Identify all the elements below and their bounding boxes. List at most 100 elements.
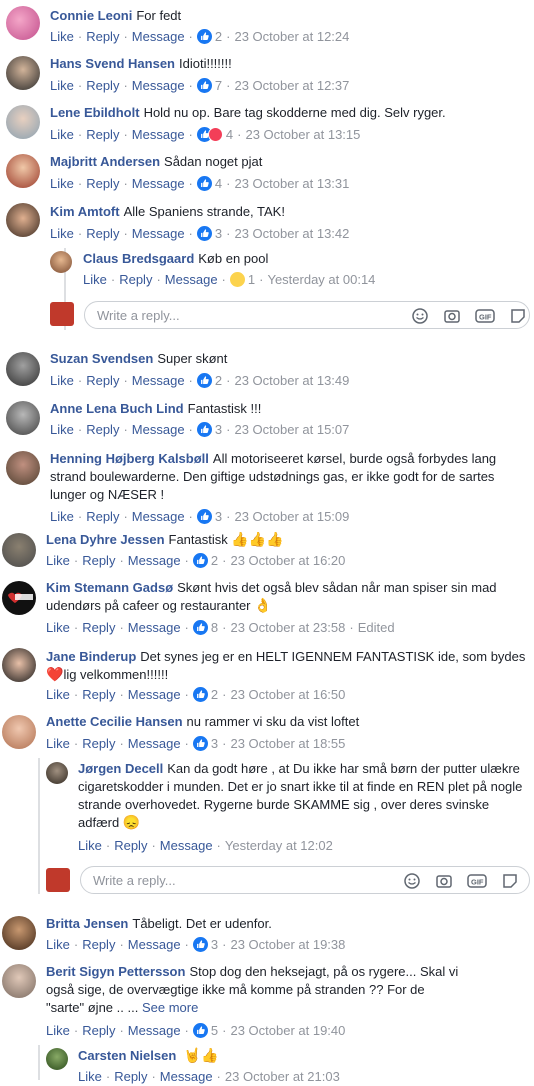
message-link[interactable]: Message — [160, 1069, 213, 1084]
like-reaction-icon[interactable] — [196, 373, 212, 388]
message-link[interactable]: Message — [132, 78, 185, 93]
avatar[interactable] — [46, 1048, 68, 1070]
like-link[interactable]: Like — [46, 687, 70, 702]
wow-reaction-icon[interactable] — [229, 272, 245, 287]
like-link[interactable]: Like — [46, 1023, 70, 1038]
commenter-name[interactable]: Henning Højberg Kalsbøll — [50, 451, 209, 466]
timestamp[interactable]: 23 October at 13:31 — [234, 176, 349, 191]
message-link[interactable]: Message — [132, 373, 185, 388]
timestamp[interactable]: 23 October at 18:55 — [230, 736, 345, 751]
commenter-name[interactable]: Lene Ebildholt — [50, 105, 140, 120]
reply-link[interactable]: Reply — [86, 78, 119, 93]
message-link[interactable]: Message — [132, 29, 185, 44]
avatar[interactable] — [6, 154, 40, 188]
gif-icon[interactable]: GIF — [475, 307, 495, 325]
commenter-name[interactable]: Berit Sigyn Pettersson — [46, 964, 185, 979]
message-link[interactable]: Message — [128, 687, 181, 702]
timestamp[interactable]: 23 October at 19:38 — [230, 937, 345, 952]
reply-link[interactable]: Reply — [114, 838, 147, 853]
avatar[interactable] — [46, 762, 68, 784]
message-link[interactable]: Message — [128, 620, 181, 635]
reply-link[interactable]: Reply — [82, 736, 115, 751]
like-link[interactable]: Like — [46, 937, 70, 952]
timestamp[interactable]: Yesterday at 12:02 — [225, 838, 333, 853]
camera-icon[interactable] — [443, 307, 461, 325]
reply-link[interactable]: Reply — [86, 226, 119, 241]
commenter-name[interactable]: Jane Binderup — [46, 649, 136, 664]
like-reaction-icon[interactable] — [196, 509, 212, 524]
timestamp[interactable]: 23 October at 16:20 — [230, 553, 345, 568]
timestamp[interactable]: 23 October at 19:40 — [230, 1023, 345, 1038]
like-link[interactable]: Like — [50, 127, 74, 142]
commenter-name[interactable]: Jørgen Decell — [78, 761, 163, 776]
message-link[interactable]: Message — [160, 838, 213, 853]
avatar[interactable] — [6, 56, 40, 90]
commenter-name[interactable]: Britta Jensen — [46, 916, 128, 931]
message-link[interactable]: Message — [132, 127, 185, 142]
sticker-icon[interactable] — [509, 307, 527, 325]
love-reaction-icon[interactable] — [207, 127, 223, 142]
timestamp[interactable]: Yesterday at 00:14 — [267, 272, 375, 287]
like-reaction-icon[interactable] — [192, 687, 208, 702]
sticker-icon[interactable] — [501, 872, 519, 890]
avatar[interactable] — [2, 916, 36, 950]
message-link[interactable]: Message — [128, 736, 181, 751]
like-link[interactable]: Like — [50, 29, 74, 44]
emoji-icon[interactable] — [403, 872, 421, 890]
like-reaction-icon[interactable] — [196, 176, 212, 191]
like-reaction-icon[interactable] — [196, 78, 212, 93]
reply-link[interactable]: Reply — [82, 687, 115, 702]
reply-link[interactable]: Reply — [86, 509, 119, 524]
commenter-name[interactable]: Claus Bredsgaard — [83, 251, 194, 266]
like-reaction-icon[interactable] — [192, 937, 208, 952]
avatar[interactable] — [2, 964, 36, 998]
avatar[interactable] — [6, 105, 40, 139]
reply-input[interactable]: Write a reply... GIF — [80, 866, 530, 894]
like-reaction-icon[interactable] — [192, 736, 208, 751]
message-link[interactable]: Message — [128, 553, 181, 568]
like-link[interactable]: Like — [50, 509, 74, 524]
reply-link[interactable]: Reply — [86, 373, 119, 388]
reply-link[interactable]: Reply — [82, 553, 115, 568]
timestamp[interactable]: 23 October at 21:03 — [225, 1069, 340, 1084]
like-link[interactable]: Like — [78, 1069, 102, 1084]
commenter-name[interactable]: Lena Dyhre Jessen — [46, 532, 165, 547]
reply-link[interactable]: Reply — [86, 127, 119, 142]
commenter-name[interactable]: Anette Cecilie Hansen — [46, 714, 183, 729]
avatar[interactable] — [6, 6, 40, 40]
message-link[interactable]: Message — [128, 1023, 181, 1038]
message-link[interactable]: Message — [132, 509, 185, 524]
commenter-name[interactable]: Suzan Svendsen — [50, 351, 153, 366]
like-reaction-icon[interactable] — [196, 29, 212, 44]
like-reaction-icon[interactable] — [192, 1023, 208, 1038]
timestamp[interactable]: 23 October at 23:58 — [230, 620, 345, 635]
commenter-name[interactable]: Majbritt Andersen — [50, 154, 160, 169]
message-link[interactable]: Message — [132, 226, 185, 241]
timestamp[interactable]: 23 October at 13:42 — [234, 226, 349, 241]
avatar[interactable] — [6, 352, 40, 386]
avatar[interactable] — [6, 451, 40, 485]
like-link[interactable]: Like — [83, 272, 107, 287]
reply-link[interactable]: Reply — [119, 272, 152, 287]
emoji-icon[interactable] — [411, 307, 429, 325]
avatar[interactable] — [2, 648, 36, 682]
like-link[interactable]: Like — [78, 838, 102, 853]
avatar[interactable] — [50, 251, 72, 273]
like-link[interactable]: Like — [50, 176, 74, 191]
timestamp[interactable]: 23 October at 15:07 — [234, 422, 349, 437]
reply-link[interactable]: Reply — [86, 422, 119, 437]
commenter-name[interactable]: Carsten Nielsen — [78, 1048, 176, 1063]
message-link[interactable]: Message — [128, 937, 181, 952]
like-link[interactable]: Like — [50, 226, 74, 241]
like-reaction-icon[interactable] — [196, 422, 212, 437]
avatar[interactable] — [2, 715, 36, 749]
timestamp[interactable]: 23 October at 16:50 — [230, 687, 345, 702]
like-link[interactable]: Like — [50, 422, 74, 437]
like-link[interactable]: Like — [50, 373, 74, 388]
commenter-name[interactable]: Connie Leoni — [50, 8, 132, 23]
like-reaction-icon[interactable] — [196, 226, 212, 241]
like-link[interactable]: Like — [46, 736, 70, 751]
like-reaction-icon[interactable] — [192, 620, 208, 635]
see-more-link[interactable]: See more — [142, 1000, 198, 1015]
timestamp[interactable]: 23 October at 12:24 — [234, 29, 349, 44]
